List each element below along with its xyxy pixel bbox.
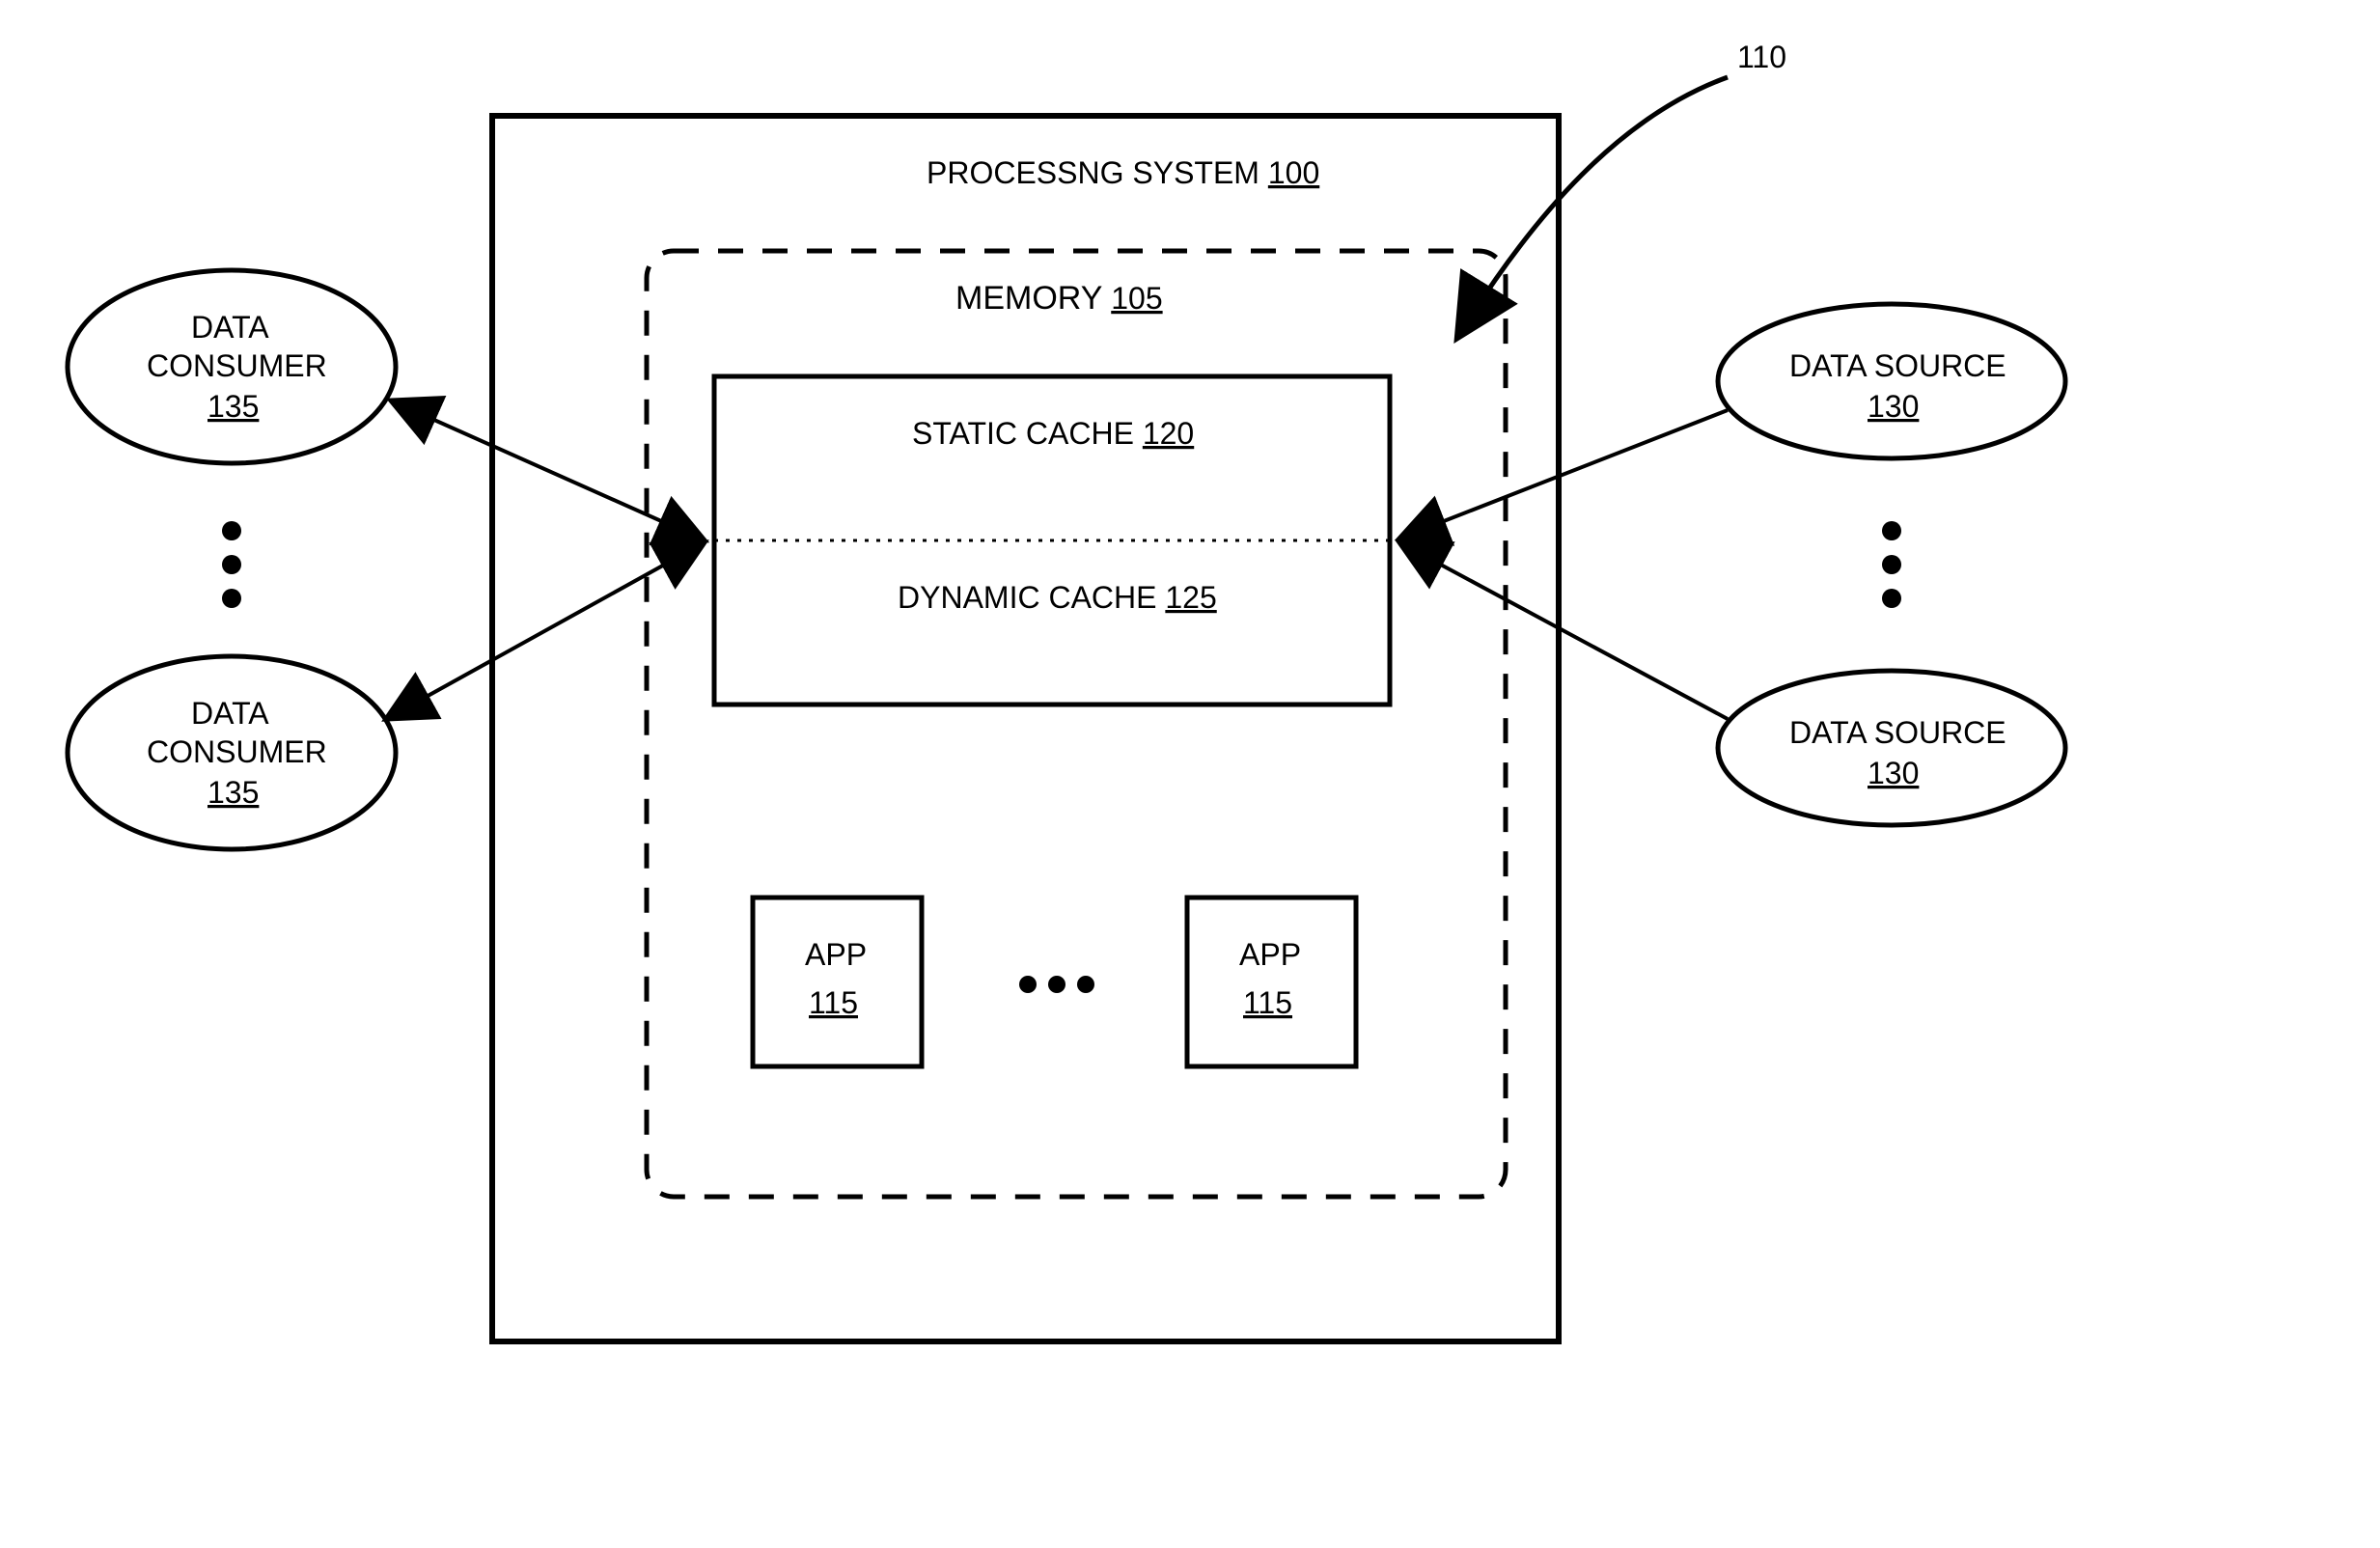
data-consumer-1-l2: CONSUMER xyxy=(147,348,327,383)
source-ellipsis xyxy=(1882,521,1901,608)
static-cache-label: STATIC CACHE 120 xyxy=(912,416,1194,451)
callout-ref: 110 xyxy=(1737,40,1786,74)
data-consumer-2-ref: 135 xyxy=(208,775,259,810)
consumer-ellipsis xyxy=(222,521,241,608)
processing-system-label: PROCESSNG SYSTEM 100 xyxy=(927,155,1319,190)
app-2-ref: 115 xyxy=(1243,985,1292,1020)
data-consumer-1-ref: 135 xyxy=(208,389,259,424)
app-1-ref: 115 xyxy=(809,985,858,1020)
data-source-1-label: DATA SOURCE xyxy=(1789,348,2006,383)
source-arrow-2 xyxy=(1399,542,1728,719)
app-1-label: APP xyxy=(805,937,867,972)
memory-box xyxy=(647,251,1506,1197)
data-source-2-label: DATA SOURCE xyxy=(1789,715,2006,750)
app-ellipsis xyxy=(1019,976,1094,993)
data-consumer-2-l2: CONSUMER xyxy=(147,734,327,769)
diagram-canvas: PROCESSNG SYSTEM 100 MEMORY 105 STATIC C… xyxy=(0,0,2380,1548)
data-consumer-1-l1: DATA xyxy=(191,310,269,345)
data-source-1-ref: 130 xyxy=(1868,389,1919,424)
consumer-arrow-2 xyxy=(386,542,705,719)
data-source-2-ref: 130 xyxy=(1868,756,1919,790)
app-box-1 xyxy=(753,898,922,1066)
app-box-2 xyxy=(1187,898,1356,1066)
consumer-arrow-1 xyxy=(391,401,705,540)
data-consumer-2-l1: DATA xyxy=(191,696,269,731)
source-arrow-1 xyxy=(1399,410,1728,539)
app-2-label: APP xyxy=(1239,937,1301,972)
dynamic-cache-label: DYNAMIC CACHE 125 xyxy=(898,580,1217,615)
memory-label: MEMORY 105 xyxy=(955,280,1163,317)
